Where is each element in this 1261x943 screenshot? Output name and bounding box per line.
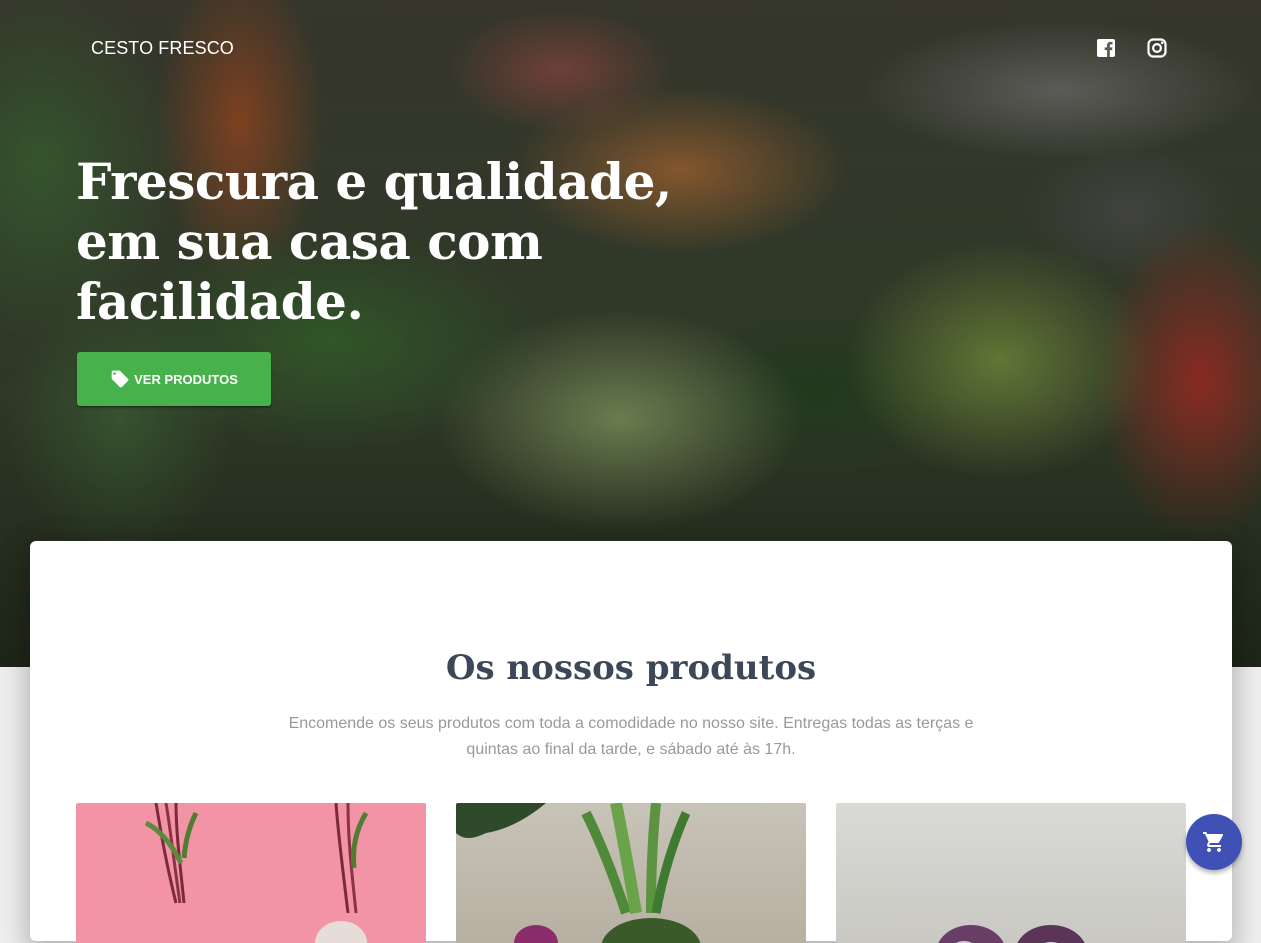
beetroot-photo bbox=[144, 803, 369, 943]
cart-button[interactable] bbox=[1186, 814, 1242, 870]
section-title: Os nossos produtos bbox=[445, 648, 817, 688]
turnip-photo bbox=[938, 925, 1085, 943]
tag-icon bbox=[111, 370, 129, 388]
instagram-icon bbox=[1147, 38, 1167, 58]
product-card-beetroot[interactable] bbox=[76, 803, 426, 943]
facebook-icon bbox=[1097, 39, 1115, 57]
cart-icon bbox=[1203, 832, 1224, 852]
view-products-button[interactable]: VER PRODUTOS bbox=[77, 352, 271, 406]
product-card-radish[interactable] bbox=[456, 803, 806, 943]
product-card-turnip[interactable] bbox=[836, 803, 1186, 943]
brand-logo[interactable]: CESTO FRESCO bbox=[91, 38, 234, 59]
radish-photo bbox=[456, 803, 701, 943]
hero-headline: Frescura e qualidade, em sua casa com fa… bbox=[76, 152, 672, 331]
instagram-link[interactable] bbox=[1145, 36, 1169, 60]
products-section: Os nossos produtos Encomende os seus pro… bbox=[30, 541, 1232, 943]
section-description: Encomende os seus produtos com toda a co… bbox=[288, 715, 974, 758]
facebook-link[interactable] bbox=[1094, 36, 1118, 60]
view-products-label: VER PRODUTOS bbox=[134, 371, 238, 387]
navbar: CESTO FRESCO bbox=[0, 0, 1261, 96]
